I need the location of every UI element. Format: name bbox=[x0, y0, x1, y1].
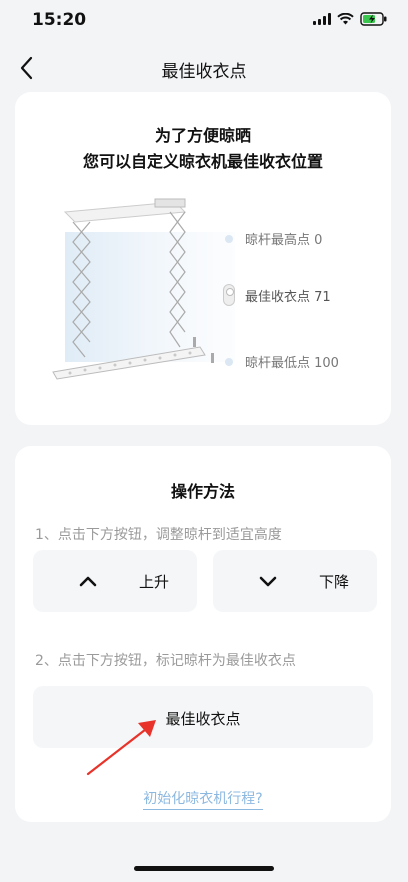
step-2-text: 2、点击下方按钮，标记晾杆为最佳收衣点 bbox=[35, 653, 296, 669]
legend-highest-label: 晾杆最高点 0 bbox=[245, 233, 323, 248]
intro-line-1: 为了方便晾晒 bbox=[154, 126, 251, 145]
legend-lowest-label: 晾杆最低点 100 bbox=[245, 356, 339, 371]
status-bar: 15:20 bbox=[0, 0, 408, 44]
init-travel-link[interactable]: 初始化晾衣机行程? bbox=[15, 788, 391, 810]
chevron-down-icon bbox=[259, 576, 277, 587]
signal-icon bbox=[313, 13, 331, 25]
lower-label: 下降 bbox=[319, 573, 350, 591]
marker-icon bbox=[223, 284, 235, 306]
step-1-text: 1、点击下方按钮，调整晾杆到适宜高度 bbox=[35, 527, 282, 543]
status-time: 15:20 bbox=[32, 10, 87, 30]
wifi-icon bbox=[337, 13, 354, 25]
legend-lowest: 晾杆最低点 100 bbox=[225, 352, 339, 371]
clothes-rack-illustration bbox=[52, 198, 235, 380]
legend-highest: 晾杆最高点 0 bbox=[225, 229, 322, 248]
method-title: 操作方法 bbox=[170, 482, 235, 501]
nav-bar: 最佳收衣点 bbox=[0, 44, 408, 92]
raise-label: 上升 bbox=[139, 573, 170, 591]
method-card: 操作方法 1、点击下方按钮，调整晾杆到适宜高度 上升 下降 2、点击下方按钮，标… bbox=[15, 446, 391, 822]
status-icons bbox=[313, 12, 388, 26]
legend-dot bbox=[225, 234, 233, 243]
intro-card: 为了方便晾晒 您可以自定义晾衣机最佳收衣位置 晾杆最高点 0 最佳收衣点 71 … bbox=[15, 92, 391, 425]
legend-best: 最佳收衣点 71 bbox=[223, 284, 331, 306]
legend-dot bbox=[225, 357, 233, 366]
init-travel-link-text: 初始化晾衣机行程? bbox=[143, 791, 263, 810]
lower-button[interactable]: 下降 bbox=[213, 550, 377, 612]
legend-best-label: 最佳收衣点 71 bbox=[245, 289, 331, 305]
annotation-arrow-icon bbox=[86, 720, 156, 776]
intro-line-2: 您可以自定义晾衣机最佳收衣位置 bbox=[82, 152, 323, 171]
raise-button[interactable]: 上升 bbox=[33, 550, 197, 612]
page-title: 最佳收衣点 bbox=[161, 62, 247, 82]
chevron-up-icon bbox=[79, 576, 97, 587]
home-indicator bbox=[134, 866, 274, 871]
battery-icon bbox=[360, 12, 387, 26]
